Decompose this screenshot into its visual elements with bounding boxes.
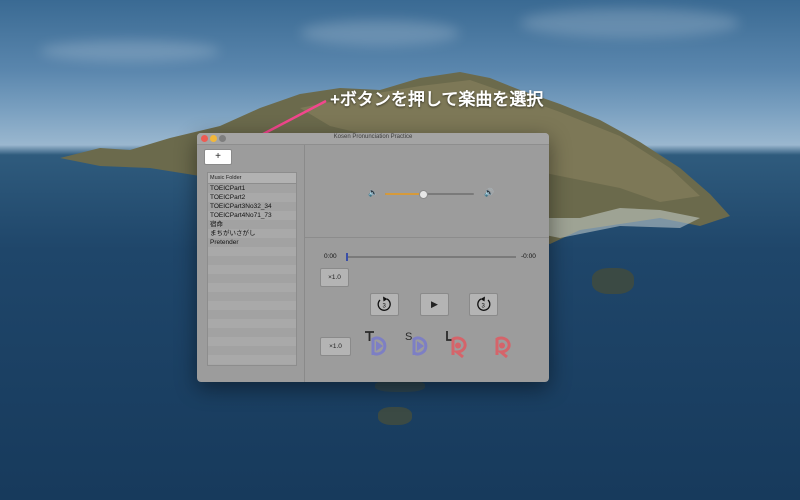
list-item[interactable]: Pretender bbox=[208, 238, 296, 247]
list-item[interactable]: 宿命 bbox=[208, 220, 296, 229]
record-icon bbox=[495, 336, 511, 359]
volume-fill bbox=[385, 193, 424, 195]
list-item[interactable]: TOEICPart3No32_34 bbox=[208, 202, 296, 211]
empty-row bbox=[208, 346, 296, 355]
list-item[interactable]: TOEICPart2 bbox=[208, 193, 296, 202]
time-remaining: -0:00 bbox=[521, 253, 536, 260]
empty-row bbox=[208, 319, 296, 328]
cloud bbox=[300, 20, 460, 46]
time-elapsed: 0:00 bbox=[324, 253, 337, 260]
forward-3-icon: 3 bbox=[477, 296, 491, 311]
speed-button-top[interactable]: ×1.0 bbox=[320, 268, 349, 287]
practice-t-button[interactable] bbox=[363, 329, 389, 364]
sea-rock bbox=[592, 268, 634, 294]
forward-3-button[interactable]: 3 bbox=[469, 293, 498, 316]
window-title: Kosen Pronunciation Practice bbox=[333, 134, 413, 140]
rewind-seconds: 3 bbox=[383, 304, 387, 310]
forward-seconds: 3 bbox=[482, 304, 486, 310]
empty-row bbox=[208, 301, 296, 310]
l-record-icon bbox=[446, 331, 467, 359]
app-window[interactable]: Kosen Pronunciation Practice + Music Fol… bbox=[197, 133, 549, 382]
empty-row bbox=[208, 328, 296, 337]
rewind-3-icon: 3 bbox=[377, 296, 391, 311]
svg-text:S: S bbox=[405, 331, 412, 343]
progress-slider[interactable] bbox=[346, 256, 516, 258]
empty-row bbox=[208, 337, 296, 346]
sidebar: + Music Folder TOEICPart1 TOEICPart2 TOE… bbox=[197, 145, 305, 382]
practice-record-button[interactable] bbox=[491, 329, 517, 364]
cloud bbox=[40, 40, 220, 62]
annotation-label: +ボタンを押して楽曲を選択 bbox=[330, 90, 544, 109]
list-header[interactable]: Music Folder bbox=[208, 173, 296, 184]
speaker-high-icon: 🔊 bbox=[484, 188, 494, 197]
progress-knob[interactable] bbox=[346, 253, 348, 261]
s-play-icon: S bbox=[405, 331, 428, 356]
cloud bbox=[520, 8, 740, 38]
list-item[interactable]: TOEICPart1 bbox=[208, 184, 296, 193]
empty-row bbox=[208, 355, 296, 364]
add-music-button[interactable]: + bbox=[204, 149, 232, 165]
empty-row bbox=[208, 310, 296, 319]
empty-row bbox=[208, 274, 296, 283]
title-bar[interactable]: Kosen Pronunciation Practice bbox=[197, 133, 549, 145]
t-play-icon bbox=[365, 331, 387, 356]
player-panel: 🔈 🔊 0:00 -0:00 ×1.0 1 3 bbox=[305, 145, 549, 382]
music-folder-list[interactable]: Music Folder TOEICPart1 TOEICPart2 TOEIC… bbox=[207, 172, 297, 366]
speed-button-bottom[interactable]: ×1.0 bbox=[320, 337, 351, 356]
volume-slider[interactable] bbox=[385, 190, 474, 199]
practice-s-button[interactable]: S bbox=[404, 329, 430, 364]
empty-row bbox=[208, 265, 296, 274]
list-item[interactable]: まちがいさがし bbox=[208, 229, 296, 238]
empty-row bbox=[208, 283, 296, 292]
list-item[interactable]: TOEICPart4No71_73 bbox=[208, 211, 296, 220]
empty-row bbox=[208, 292, 296, 301]
play-button[interactable]: ▶ bbox=[420, 293, 449, 316]
empty-row bbox=[208, 247, 296, 256]
speaker-low-icon: 🔈 bbox=[368, 188, 378, 197]
rewind-3-button[interactable]: 3 bbox=[370, 293, 399, 316]
empty-row bbox=[208, 256, 296, 265]
volume-knob[interactable] bbox=[419, 190, 429, 199]
sea-rock bbox=[378, 407, 412, 425]
volume-control: 🔈 🔊 bbox=[368, 188, 498, 199]
divider bbox=[305, 237, 549, 238]
practice-l-record-button[interactable] bbox=[445, 329, 471, 364]
